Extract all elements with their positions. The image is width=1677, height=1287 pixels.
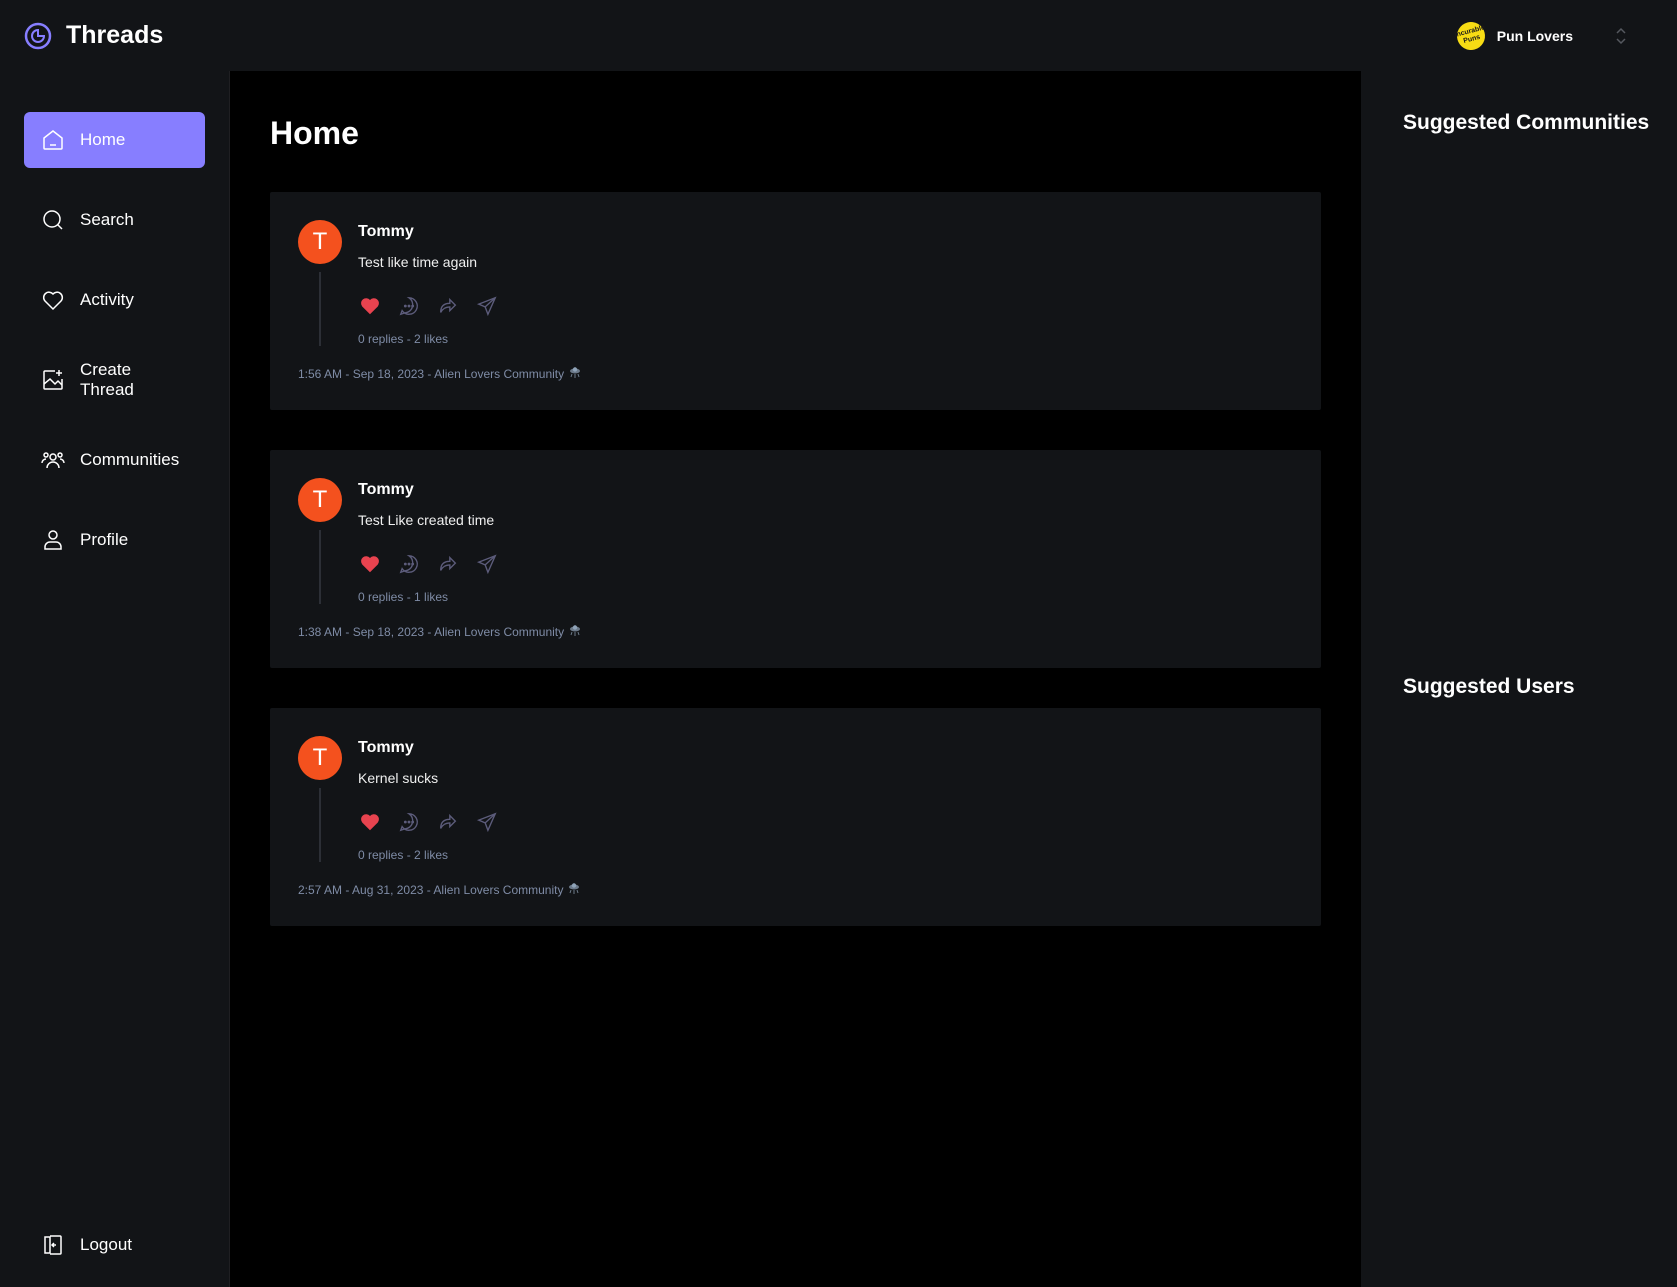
heart-filled-icon[interactable]: [358, 810, 382, 834]
thread-actions: [358, 294, 499, 318]
sidebar-item-label: Search: [80, 210, 134, 229]
thread-actions: [358, 810, 499, 834]
thread-card: T Tommy Test like time again 0 replies -…: [270, 192, 1321, 410]
alien-ufo-icon: [567, 881, 581, 898]
create-image-icon: [41, 368, 65, 392]
page-title: Home: [270, 115, 359, 151]
topbar: Threads Incurable Puns Pun Lovers: [0, 0, 1677, 71]
sidebar-item-search[interactable]: Search: [24, 192, 205, 248]
search-icon: [41, 208, 65, 232]
thread-meta[interactable]: 2:57 AM - Aug 31, 2023 - Alien Lovers Co…: [298, 883, 563, 897]
threads-logo-icon: [24, 22, 52, 50]
sidebar-item-label: Create Thread: [80, 360, 134, 399]
right-sidebar: Suggested Communities Suggested Users: [1361, 71, 1677, 1287]
thread-content: Kernel sucks: [358, 770, 439, 786]
alien-ufo-icon: [568, 365, 582, 382]
logout-label: Logout: [80, 1235, 132, 1254]
author-name[interactable]: Tommy: [358, 739, 499, 757]
user-icon: [41, 528, 65, 552]
author-name[interactable]: Tommy: [358, 223, 499, 241]
thread-card: T Tommy Test Like created time 0 replies…: [270, 450, 1321, 668]
thread-stats[interactable]: 0 replies - 1 likes: [358, 590, 499, 604]
heart-icon: [41, 288, 65, 312]
users-icon: [41, 448, 65, 472]
thread-content: Test like time again: [358, 254, 478, 270]
thread-stats[interactable]: 0 replies - 2 likes: [358, 332, 499, 346]
sidebar-item-home[interactable]: Home: [24, 112, 205, 168]
sidebar-item-label: Communities: [80, 450, 180, 469]
thread-meta[interactable]: 1:56 AM - Sep 18, 2023 - Alien Lovers Co…: [298, 367, 564, 381]
thread-line: [319, 788, 321, 862]
share-icon[interactable]: [475, 294, 499, 318]
suggested-users-heading: Suggested Users: [1403, 675, 1575, 698]
reply-icon[interactable]: [397, 294, 421, 318]
sidebar-item-label: Home: [80, 130, 126, 149]
sidebar-item-communities[interactable]: Communities: [24, 432, 205, 488]
thread-card: T Tommy Kernel sucks 0 replies - 2 likes…: [270, 708, 1321, 926]
sidebar-item-profile[interactable]: Profile: [24, 512, 205, 568]
reply-icon[interactable]: [397, 552, 421, 576]
logout-icon: [41, 1233, 65, 1257]
thread-line: [319, 272, 321, 346]
reply-icon[interactable]: [397, 810, 421, 834]
heart-filled-icon[interactable]: [358, 552, 382, 576]
thread-meta[interactable]: 1:38 AM - Sep 18, 2023 - Alien Lovers Co…: [298, 625, 564, 639]
org-avatar: Incurable Puns: [1453, 18, 1488, 53]
left-sidebar: Home Search Activity Create Thread Commu…: [0, 71, 230, 1287]
sidebar-item-label: Profile: [80, 530, 129, 549]
brand[interactable]: Threads: [24, 21, 163, 50]
repost-icon[interactable]: [436, 294, 460, 318]
sidebar-item-label: Activity: [80, 290, 134, 309]
avatar[interactable]: T: [298, 736, 342, 780]
thread-footer: 2:57 AM - Aug 31, 2023 - Alien Lovers Co…: [298, 881, 581, 898]
repost-icon[interactable]: [436, 810, 460, 834]
org-name: Pun Lovers: [1496, 27, 1573, 44]
thread-content: Test Like created time: [358, 512, 495, 528]
heart-filled-icon[interactable]: [358, 294, 382, 318]
thread-stats[interactable]: 0 replies - 2 likes: [358, 848, 499, 862]
repost-icon[interactable]: [436, 552, 460, 576]
author-name[interactable]: Tommy: [358, 481, 499, 499]
share-icon[interactable]: [475, 810, 499, 834]
sidebar-item-create-thread[interactable]: Create Thread: [24, 352, 205, 408]
brand-name: Threads: [66, 21, 164, 49]
organization-switcher[interactable]: Incurable Puns Pun Lovers: [1453, 18, 1629, 53]
thread-footer: 1:56 AM - Sep 18, 2023 - Alien Lovers Co…: [298, 365, 582, 382]
chevron-up-down-icon[interactable]: [1613, 25, 1629, 47]
thread-footer: 1:38 AM - Sep 18, 2023 - Alien Lovers Co…: [298, 623, 582, 640]
suggested-communities-heading: Suggested Communities: [1403, 111, 1650, 134]
thread-line: [319, 530, 321, 604]
share-icon[interactable]: [475, 552, 499, 576]
main-feed: Home T Tommy Test like time again 0 repl…: [230, 71, 1361, 1287]
sidebar-item-activity[interactable]: Activity: [24, 272, 205, 328]
thread-actions: [358, 552, 499, 576]
avatar[interactable]: T: [298, 220, 342, 264]
logout-button[interactable]: Logout: [24, 1217, 149, 1273]
alien-ufo-icon: [568, 623, 582, 640]
avatar[interactable]: T: [298, 478, 342, 522]
home-icon: [41, 128, 65, 152]
